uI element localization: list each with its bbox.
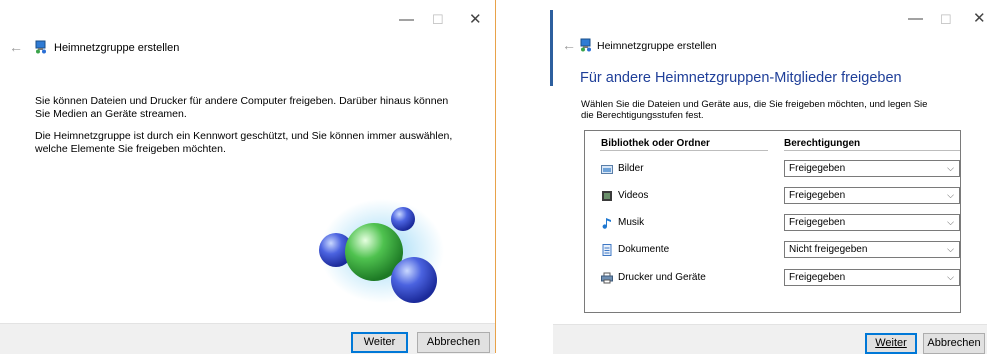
table-row-label: Drucker und Geräte: [618, 272, 706, 283]
chevron-down-icon: ⌵: [947, 190, 954, 200]
minimize-button[interactable]: —: [908, 11, 923, 26]
dropdown-value: Freigegeben: [789, 190, 846, 201]
cancel-button[interactable]: Abbrechen: [417, 332, 490, 353]
pictures-icon: [601, 165, 613, 174]
dropdown-value: Nicht freigegeben: [789, 244, 868, 255]
chevron-down-icon: ⌵: [947, 163, 954, 173]
password-paragraph: Die Heimnetzgruppe ist durch ein Kennwor…: [35, 130, 453, 155]
page-heading: Für andere Heimnetzgruppen-Mitglieder fr…: [580, 70, 902, 86]
header-underline: [784, 150, 960, 151]
table-row-label: Musik: [618, 217, 645, 228]
maximize-button[interactable]: ☐: [432, 12, 444, 27]
intro-paragraph: Sie können Dateien und Drucker für ander…: [35, 95, 449, 120]
chevron-down-icon: ⌵: [947, 217, 954, 227]
close-button[interactable]: ✕: [973, 11, 986, 26]
sharing-table: Bibliothek oder Ordner Berechtigungen Bi…: [584, 130, 961, 313]
close-button[interactable]: ✕: [469, 12, 482, 27]
homegroup-icon: [580, 38, 591, 52]
permission-dropdown[interactable]: Nicht freigegeben ⌵: [784, 241, 960, 258]
next-button[interactable]: Weiter: [351, 332, 408, 353]
table-row-label: Videos: [618, 190, 649, 201]
documents-icon: [602, 244, 612, 256]
printer-icon: [601, 272, 613, 284]
back-arrow-icon[interactable]: ←: [9, 39, 23, 55]
window-edge: [495, 0, 496, 353]
instructions-text: Wählen Sie die Dateien und Geräte aus, d…: [581, 99, 928, 121]
dropdown-value: Freigegeben: [789, 217, 846, 228]
permission-dropdown[interactable]: Freigegeben ⌵: [784, 187, 960, 204]
window-title: Heimnetzgruppe erstellen: [54, 42, 180, 54]
back-arrow-icon[interactable]: ←: [562, 37, 576, 53]
maximize-button[interactable]: ☐: [940, 12, 952, 27]
chevron-down-icon: ⌵: [947, 244, 954, 254]
minimize-button[interactable]: —: [399, 12, 414, 27]
window-title: Heimnetzgruppe erstellen: [597, 40, 717, 52]
wizard-window-right: — ☐ ✕ ← Heimnetzgruppe erstellen Für and…: [553, 0, 987, 354]
homegroup-icon: [35, 40, 46, 54]
dropdown-value: Freigegeben: [789, 272, 846, 283]
permission-dropdown[interactable]: Freigegeben ⌵: [784, 160, 960, 177]
permission-dropdown[interactable]: Freigegeben ⌵: [784, 214, 960, 231]
homegroup-logo-icon: [319, 199, 444, 303]
header-underline: [600, 150, 768, 151]
chevron-down-icon: ⌵: [947, 272, 954, 282]
permission-dropdown[interactable]: Freigegeben ⌵: [784, 269, 960, 286]
column-header-library: Bibliothek oder Ordner: [601, 138, 710, 149]
dropdown-value: Freigegeben: [789, 163, 846, 174]
next-button[interactable]: Weiter: [865, 333, 917, 354]
table-row-label: Dokumente: [618, 244, 670, 255]
wizard-footer: [553, 324, 987, 354]
table-row-label: Bilder: [618, 163, 644, 174]
cancel-button[interactable]: Abbrechen: [923, 333, 985, 354]
music-icon: [602, 218, 611, 229]
column-header-permissions: Berechtigungen: [784, 138, 861, 149]
wizard-window-left: — ☐ ✕ ← Heimnetzgruppe erstellen Sie kön…: [0, 0, 495, 354]
videos-icon: [602, 191, 612, 201]
